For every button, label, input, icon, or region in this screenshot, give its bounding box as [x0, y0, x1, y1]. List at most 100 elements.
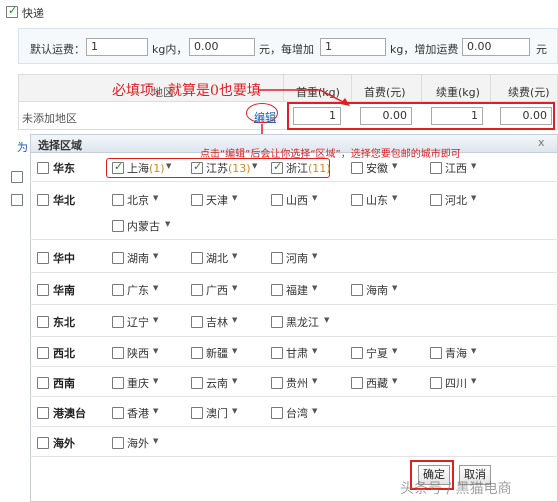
province-label-aomen[interactable]: 澳门: [206, 405, 228, 421]
province-checkbox-anhui[interactable]: [351, 162, 363, 174]
chevron-down-icon[interactable]: ▼: [471, 194, 476, 202]
province-checkbox-heilongjiang[interactable]: [271, 316, 283, 328]
region-checkbox-xibei[interactable]: [37, 347, 49, 359]
province-checkbox-hebei[interactable]: [430, 194, 442, 206]
chevron-down-icon[interactable]: ▼: [232, 194, 237, 202]
province-checkbox-guizhou[interactable]: [271, 377, 283, 389]
province-label-hainan[interactable]: 海南: [366, 282, 388, 298]
province-checkbox-henan[interactable]: [271, 252, 283, 264]
province-label-zhejiang[interactable]: 浙江(11): [286, 160, 331, 176]
chevron-down-icon[interactable]: ▼: [153, 194, 158, 202]
chevron-down-icon[interactable]: ▼: [392, 162, 397, 170]
chevron-down-icon[interactable]: ▼: [165, 220, 170, 228]
province-label-guizhou[interactable]: 贵州: [286, 375, 308, 391]
province-checkbox-jilin[interactable]: [191, 316, 203, 328]
province-label-tianjin[interactable]: 天津: [206, 192, 228, 208]
chevron-down-icon[interactable]: ▼: [232, 347, 237, 355]
province-label-guangxi[interactable]: 广西: [206, 282, 228, 298]
province-checkbox-hainan[interactable]: [351, 284, 363, 296]
chevron-down-icon[interactable]: ▼: [153, 316, 158, 324]
province-checkbox-tianjin[interactable]: [191, 194, 203, 206]
province-label-taiwan[interactable]: 台湾: [286, 405, 308, 421]
province-label-jiangsu[interactable]: 江苏(13): [206, 160, 251, 176]
province-checkbox-zhejiang[interactable]: [271, 160, 283, 174]
province-label-hebei[interactable]: 河北: [445, 192, 467, 208]
chevron-down-icon[interactable]: ▼: [312, 194, 317, 202]
region-checkbox-dongbei[interactable]: [37, 316, 49, 328]
province-checkbox-beijing[interactable]: [112, 194, 124, 206]
province-label-haiwai[interactable]: 海外: [127, 435, 149, 451]
side-checkbox[interactable]: [11, 171, 23, 183]
province-label-ningxia[interactable]: 宁夏: [366, 345, 388, 361]
province-label-guangdong[interactable]: 广东: [127, 282, 149, 298]
chevron-down-icon[interactable]: ▼: [312, 252, 317, 260]
province-checkbox-xianggang[interactable]: [112, 407, 124, 419]
province-checkbox-shanxi[interactable]: [271, 194, 283, 206]
chevron-down-icon[interactable]: ▼: [471, 162, 476, 170]
chevron-down-icon[interactable]: ▼: [153, 252, 158, 260]
province-checkbox-hunan[interactable]: [112, 252, 124, 264]
chevron-down-icon[interactable]: ▼: [153, 284, 158, 292]
region-checkbox-huabei[interactable]: [37, 194, 49, 206]
province-label-liaoning[interactable]: 辽宁: [127, 314, 149, 330]
region-checkbox-huazhong[interactable]: [37, 252, 49, 264]
province-label-shanxi[interactable]: 山西: [286, 192, 308, 208]
province-label-hunan[interactable]: 湖南: [127, 250, 149, 266]
chevron-down-icon[interactable]: ▼: [392, 347, 397, 355]
chevron-down-icon[interactable]: ▼: [392, 194, 397, 202]
province-label-gansu[interactable]: 甘肃: [286, 345, 308, 361]
chevron-down-icon[interactable]: ▼: [232, 252, 237, 260]
chevron-down-icon[interactable]: ▼: [166, 162, 171, 170]
province-checkbox-haiwai[interactable]: [112, 437, 124, 449]
region-checkbox-gangaotai[interactable]: [37, 407, 49, 419]
chevron-down-icon[interactable]: ▼: [153, 377, 158, 385]
dialog-close-icon[interactable]: x: [538, 136, 545, 149]
region-checkbox-haiwai[interactable]: [37, 437, 49, 449]
province-label-henan[interactable]: 河南: [286, 250, 308, 266]
chevron-down-icon[interactable]: ▼: [392, 284, 397, 292]
chevron-down-icon[interactable]: ▼: [252, 162, 257, 170]
province-checkbox-guangdong[interactable]: [112, 284, 124, 296]
region-checkbox-huanan[interactable]: [37, 284, 49, 296]
province-label-shanghai[interactable]: 上海(1): [127, 160, 165, 176]
chevron-down-icon[interactable]: ▼: [232, 407, 237, 415]
province-label-sichuan[interactable]: 四川: [445, 375, 467, 391]
province-label-xizang[interactable]: 西藏: [366, 375, 388, 391]
region-checkbox-huadong[interactable]: [37, 162, 49, 174]
province-checkbox-xizang[interactable]: [351, 377, 363, 389]
province-checkbox-aomen[interactable]: [191, 407, 203, 419]
province-checkbox-jiangxi[interactable]: [430, 162, 442, 174]
province-label-yunnan[interactable]: 云南: [206, 375, 228, 391]
province-checkbox-liaoning[interactable]: [112, 316, 124, 328]
province-checkbox-sichuan[interactable]: [430, 377, 442, 389]
province-label-anhui[interactable]: 安徽: [366, 160, 388, 176]
province-label-heilongjiang[interactable]: 黑龙江: [286, 314, 319, 330]
province-label-hubei[interactable]: 湖北: [206, 250, 228, 266]
chevron-down-icon[interactable]: ▼: [312, 284, 317, 292]
province-checkbox-chongqing[interactable]: [112, 377, 124, 389]
chevron-down-icon[interactable]: ▼: [153, 407, 158, 415]
chevron-down-icon[interactable]: ▼: [392, 377, 397, 385]
province-checkbox-fujian[interactable]: [271, 284, 283, 296]
province-checkbox-shaanxi[interactable]: [112, 347, 124, 359]
chevron-down-icon[interactable]: ▼: [471, 347, 476, 355]
province-label-shandong[interactable]: 山东: [366, 192, 388, 208]
province-checkbox-qinghai[interactable]: [430, 347, 442, 359]
province-label-jilin[interactable]: 吉林: [206, 314, 228, 330]
province-label-xinjiang[interactable]: 新疆: [206, 345, 228, 361]
province-label-beijing[interactable]: 北京: [127, 192, 149, 208]
chevron-down-icon[interactable]: ▼: [153, 347, 158, 355]
province-label-jiangxi[interactable]: 江西: [445, 160, 467, 176]
province-checkbox-yunnan[interactable]: [191, 377, 203, 389]
chevron-down-icon[interactable]: ▼: [471, 377, 476, 385]
province-label-xianggang[interactable]: 香港: [127, 405, 149, 421]
province-checkbox-shandong[interactable]: [351, 194, 363, 206]
province-checkbox-jiangsu[interactable]: [191, 160, 203, 174]
chevron-down-icon[interactable]: ▼: [153, 437, 158, 445]
province-checkbox-shanghai[interactable]: [112, 160, 124, 174]
chevron-down-icon[interactable]: ▼: [324, 316, 329, 324]
chevron-down-icon[interactable]: ▼: [232, 377, 237, 385]
province-label-fujian[interactable]: 福建: [286, 282, 308, 298]
region-checkbox-xinan[interactable]: [37, 377, 49, 389]
side-checkbox[interactable]: [11, 194, 23, 206]
